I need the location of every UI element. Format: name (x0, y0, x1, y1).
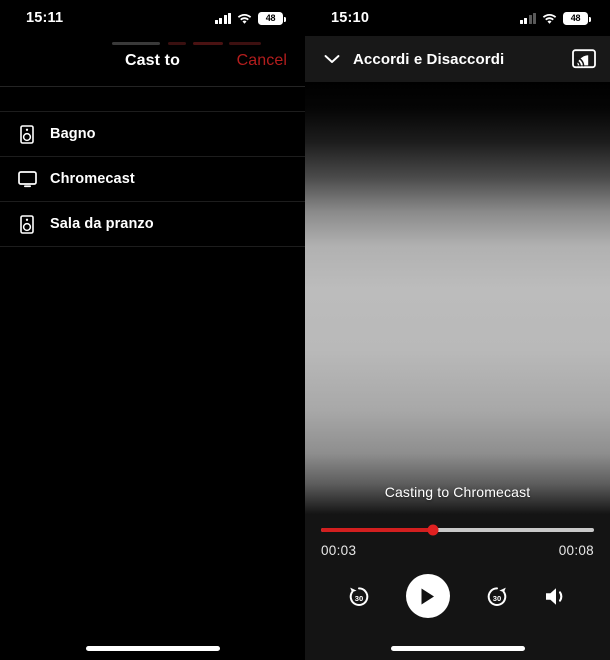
speaker-icon (14, 124, 40, 144)
home-indicator[interactable] (85, 646, 220, 651)
dual-screenshot-container: 15:11 48 Cast to Cancel Bagno Chromecast… (0, 0, 610, 660)
cellular-signal-icon (519, 12, 536, 24)
video-surface[interactable]: Casting to Chromecast (305, 82, 610, 514)
svg-text:30: 30 (492, 594, 500, 603)
wifi-icon (237, 13, 252, 24)
left-phone-screen: 15:11 48 Cast to Cancel Bagno Chromecast… (0, 0, 305, 660)
time-labels: 00:03 00:08 (305, 532, 610, 558)
device-row-bagno[interactable]: Bagno (0, 112, 305, 156)
casting-status-label: Casting to Chromecast (384, 484, 531, 500)
progress-thumb[interactable] (427, 524, 439, 536)
player-header: Accordi e Disaccordi (305, 36, 610, 82)
wifi-icon (542, 13, 557, 24)
cast-sheet-header: Cast to Cancel (0, 36, 305, 86)
status-bar: 15:11 48 (0, 0, 305, 36)
cast-connected-icon[interactable] (572, 49, 596, 69)
speaker-icon (14, 214, 40, 234)
device-label: Sala da pranzo (50, 216, 154, 232)
battery-icon: 48 (258, 11, 286, 25)
progress-bar-container (305, 514, 610, 536)
sheet-spacer (0, 87, 305, 111)
tv-icon (14, 170, 40, 188)
device-label: Bagno (50, 126, 96, 142)
device-row-chromecast[interactable]: Chromecast (0, 157, 305, 201)
chevron-down-icon[interactable] (323, 54, 341, 64)
device-label: Chromecast (50, 171, 135, 187)
battery-icon: 48 (563, 11, 591, 25)
total-time-label: 00:08 (558, 543, 594, 558)
battery-level-label: 48 (564, 12, 587, 24)
status-bar-icons: 48 (519, 11, 591, 25)
cellular-signal-icon (214, 12, 231, 24)
progress-fill (321, 528, 433, 532)
battery-level-label: 48 (259, 12, 282, 24)
current-time-label: 00:03 (321, 543, 357, 558)
device-row-sala-da-pranzo[interactable]: Sala da pranzo (0, 202, 305, 246)
right-phone-screen: 15:10 48 Accordi e Disaccordi Casting to… (305, 0, 610, 660)
svg-text:30: 30 (354, 594, 362, 603)
status-bar: 15:10 48 (305, 0, 610, 36)
playback-controls: 30 30 (305, 558, 610, 618)
status-bar-icons: 48 (214, 11, 286, 25)
play-button[interactable] (405, 574, 450, 618)
progress-slider[interactable] (321, 524, 594, 536)
status-bar-clock: 15:10 (331, 10, 370, 26)
player-title: Accordi e Disaccordi (353, 50, 505, 68)
forward-30-button[interactable]: 30 (484, 583, 510, 609)
status-bar-clock: 15:11 (26, 10, 64, 26)
home-indicator[interactable] (390, 646, 525, 651)
cast-device-list: Bagno Chromecast Sala da pranzo (0, 112, 305, 247)
cast-sheet-title: Cast to (125, 52, 180, 69)
divider (0, 246, 305, 247)
cancel-button[interactable]: Cancel (237, 52, 287, 70)
volume-button[interactable] (544, 585, 570, 608)
rewind-30-button[interactable]: 30 (346, 583, 372, 609)
